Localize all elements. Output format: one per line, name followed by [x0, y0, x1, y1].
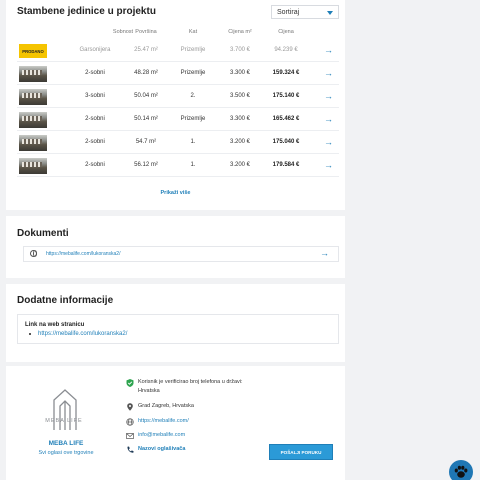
cell-price-m2: 3.300 € [229, 70, 251, 76]
logo-text: MEBA LIFE [45, 418, 83, 424]
col-rooms: Sobnost [112, 29, 134, 35]
cell-price: 159.324 € [272, 70, 300, 76]
cell-rooms: 2-sobni [85, 116, 105, 122]
email-link[interactable]: info@mebalife.com [138, 432, 185, 438]
globe-icon [30, 250, 37, 257]
location-pin-icon [127, 403, 133, 411]
cell-floor: Prizemlje [180, 70, 206, 76]
arrow-right-icon[interactable]: → [324, 45, 333, 55]
shield-check-icon [126, 379, 134, 387]
cell-floor: 1. [190, 139, 196, 145]
arrow-right-icon[interactable]: → [324, 160, 333, 170]
paw-icon [454, 465, 468, 478]
unit-thumbnail [19, 66, 47, 82]
units-title: Stambene jedinice u projektu [17, 6, 156, 17]
unit-thumbnail [19, 158, 47, 174]
cell-rooms: 2-sobni [85, 70, 105, 76]
units-card: Stambene jedinice u projektu Sortiraj So… [6, 0, 345, 210]
table-row[interactable]: 2-sobni 54.7 m² 1. 3.200 € 175.040 € → [17, 132, 339, 154]
verified-text: Korisnik je verificirao broj telefona u … [138, 379, 243, 385]
sold-badge: PRODANO [19, 44, 47, 58]
documents-card: Dokumenti https://mebalife.com/lukoransk… [6, 216, 345, 278]
call-advertiser-link[interactable]: Nazovi oglašivača [138, 446, 185, 452]
cell-rooms: 3-sobni [85, 93, 105, 99]
website-link[interactable]: https://mebalife.com/lukoranska2/ [38, 331, 127, 337]
documents-title: Dokumenti [17, 228, 69, 239]
cell-area: 25.47 m² [134, 47, 158, 53]
mail-icon [126, 433, 134, 439]
unit-thumbnail [19, 135, 47, 151]
chevron-down-icon [327, 11, 333, 15]
cell-price-m2: 3.200 € [229, 162, 251, 168]
table-row[interactable]: PRODANO Garsonijera 25.47 m² Prizemlje 3… [17, 40, 339, 62]
website-label: Link na web stranicu [25, 322, 85, 328]
cell-area: 50.04 m² [134, 93, 158, 99]
table-row[interactable]: 3-sobni 50.04 m² 2. 3.500 € 175.140 € → [17, 86, 339, 108]
cell-floor: 1. [190, 162, 196, 168]
cell-rooms: 2-sobni [85, 139, 105, 145]
cell-area: 54.7 m² [135, 139, 157, 145]
cell-price: 165.462 € [272, 116, 300, 122]
show-more-link[interactable]: Prikaži više [6, 190, 345, 196]
globe-icon [126, 418, 134, 426]
unit-thumbnail [19, 89, 47, 105]
info-title: Dodatne informacije [17, 295, 114, 306]
arrow-right-icon[interactable]: → [320, 248, 329, 258]
info-box: Link na web stranicu https://mebalife.co… [17, 314, 339, 344]
seller-name[interactable]: MEBA LIFE [26, 440, 106, 447]
seller-all-ads-link[interactable]: Svi oglasi ove trgovine [26, 450, 106, 456]
cell-rooms: Garsonijera [79, 47, 111, 53]
cell-floor: Prizemlje [180, 47, 206, 53]
cell-area: 48.28 m² [134, 70, 158, 76]
cell-price: 175.040 € [272, 139, 300, 145]
col-price-m2: Cijena m² [228, 29, 252, 35]
sort-label: Sortiraj [277, 8, 300, 16]
cell-price-m2: 3.500 € [229, 93, 251, 99]
arrow-right-icon[interactable]: → [324, 91, 333, 101]
seller-card: MEBA LIFE MEBA LIFE Svi oglasi ove trgov… [6, 366, 345, 480]
cell-area: 56.12 m² [134, 162, 158, 168]
cell-price: 175.140 € [272, 93, 300, 99]
table-row[interactable]: 2-sobni 56.12 m² 1. 3.200 € 179.584 € → [17, 155, 339, 177]
cell-price: 94.239 € [274, 47, 298, 53]
col-price: Cijena [278, 29, 294, 35]
arrow-right-icon[interactable]: → [324, 137, 333, 147]
cell-price-m2: 3.700 € [229, 47, 251, 53]
units-table-header: Sobnost Površina Kat Cijena m² Cijena [17, 29, 339, 39]
cell-area: 50.14 m² [134, 116, 158, 122]
col-area: Površina [135, 29, 157, 35]
document-link[interactable]: https://mebalife.com/lukoranska2/ [46, 251, 120, 257]
additional-info-card: Dodatne informacije Link na web stranicu… [6, 284, 345, 362]
table-row[interactable]: 2-sobni 50.14 m² Prizemlje 3.300 € 165.4… [17, 109, 339, 131]
arrow-right-icon[interactable]: → [324, 114, 333, 124]
cell-floor: Prizemlje [180, 116, 206, 122]
unit-thumbnail [19, 112, 47, 128]
send-message-button[interactable]: POŠALJI PORUKU [269, 444, 333, 460]
sort-select[interactable]: Sortiraj [271, 5, 339, 19]
document-link-row[interactable]: https://mebalife.com/lukoranska2/ → [23, 246, 339, 262]
paw-widget-button[interactable] [449, 460, 473, 480]
phone-icon [127, 446, 134, 453]
location-text: Grad Zagreb, Hrvatska [138, 403, 194, 409]
cell-floor: 2. [190, 93, 196, 99]
bullet [29, 333, 31, 335]
arrow-right-icon[interactable]: → [324, 68, 333, 78]
cell-price-m2: 3.200 € [229, 139, 251, 145]
table-row[interactable]: 2-sobni 48.28 m² Prizemlje 3.300 € 159.3… [17, 63, 339, 85]
website-link[interactable]: https://mebalife.com/ [138, 418, 189, 424]
meba-logo [53, 389, 77, 430]
cell-price-m2: 3.300 € [229, 116, 251, 122]
cell-rooms: 2-sobni [85, 162, 105, 168]
verified-country: Hrvatska [138, 388, 160, 394]
col-floor: Kat [188, 29, 198, 35]
cell-price: 179.584 € [272, 162, 300, 168]
